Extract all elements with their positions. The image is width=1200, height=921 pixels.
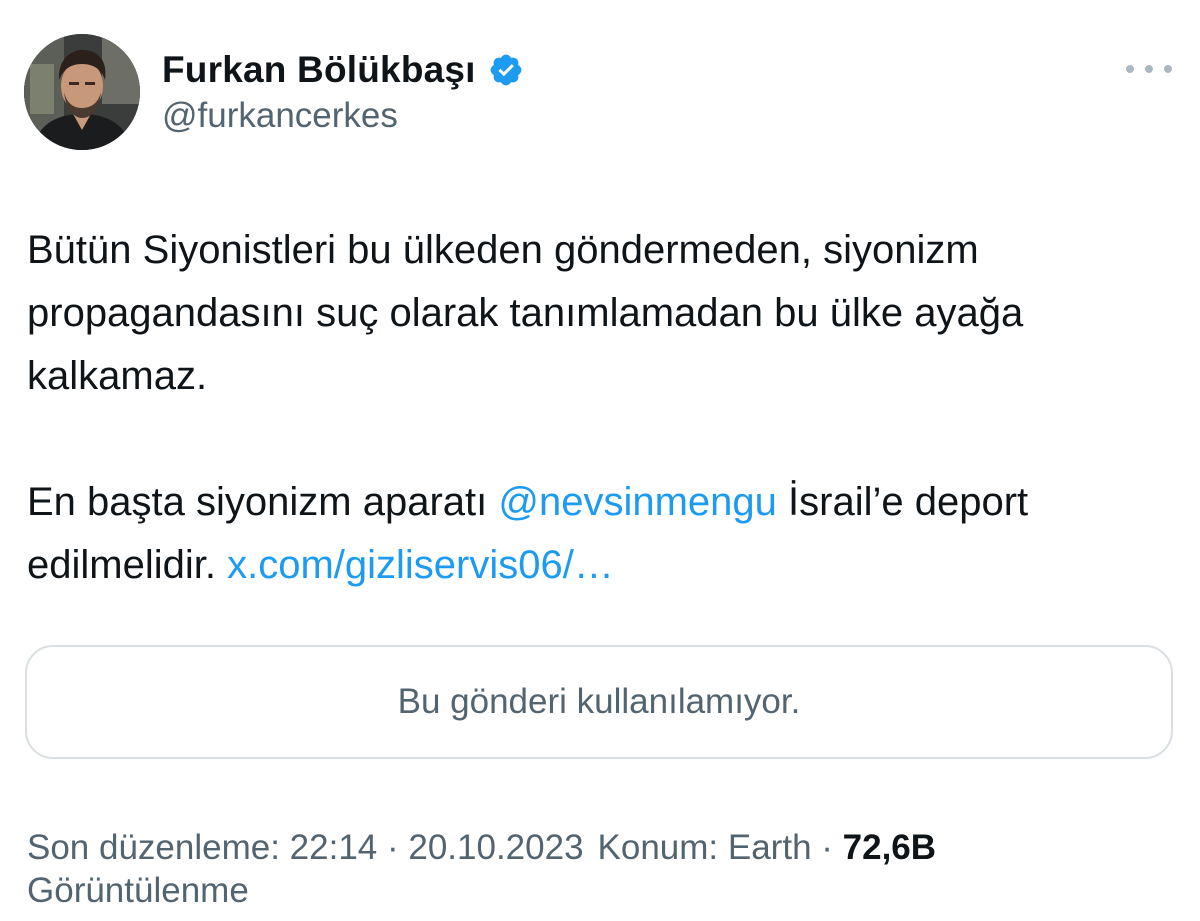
tweet-metadata: Son düzenleme: 22:14 · 20.10.2023 Konum: …	[27, 826, 1047, 912]
unavailable-message: Bu gönderi kullanılamıyor.	[397, 682, 801, 721]
author-display-name[interactable]: Furkan Bölükbaşı	[162, 49, 476, 91]
location-label: Konum: Earth ·	[597, 828, 833, 867]
avatar[interactable]	[24, 34, 140, 150]
url-link[interactable]: x.com/gizliservis06/…	[227, 543, 614, 587]
author-handle[interactable]: @furkancerkes	[162, 96, 398, 136]
views-count[interactable]: 72,6B	[843, 828, 936, 867]
tweet-paragraph-2: En başta siyonizm aparatı @nevsinmengu İ…	[27, 471, 1177, 597]
author-name-row: Furkan Bölükbaşı	[162, 46, 524, 94]
more-options-icon[interactable]	[1126, 56, 1172, 82]
tweet-paragraph-1: Bütün Siyonistleri bu ülkeden göndermede…	[27, 228, 1024, 398]
tweet-text: Bütün Siyonistleri bu ülkeden göndermede…	[27, 219, 1177, 597]
quoted-post-unavailable-card: Bu gönderi kullanılamıyor.	[25, 645, 1173, 759]
mention-link[interactable]: @nevsinmengu	[498, 480, 777, 524]
views-label: Görüntülenme	[27, 871, 249, 910]
verified-badge-icon	[488, 52, 524, 88]
tweet-text-prefix: En başta siyonizm aparatı	[27, 480, 499, 524]
profile-photo-icon	[24, 34, 140, 150]
edited-timestamp[interactable]: Son düzenleme: 22:14 · 20.10.2023	[27, 828, 584, 867]
